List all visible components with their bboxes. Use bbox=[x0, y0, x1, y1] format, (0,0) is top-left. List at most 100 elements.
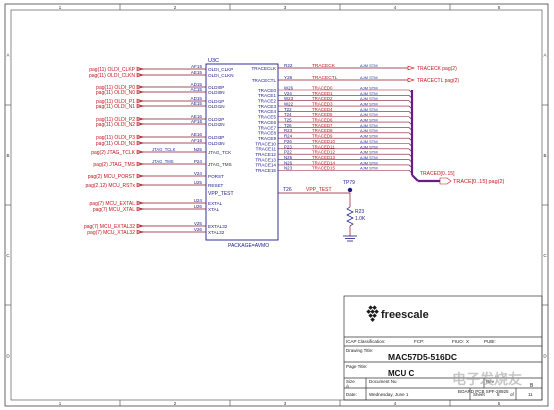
pin-name: XTAL32 bbox=[208, 230, 225, 235]
probe-marker: AJM STM bbox=[360, 107, 378, 112]
pin-number: R24 bbox=[284, 134, 293, 139]
pin-number: N25 bbox=[284, 155, 293, 160]
net-label: pag(7) MCU_XTAL32 bbox=[87, 230, 135, 236]
pin-number: AC15 bbox=[191, 87, 203, 92]
pin-name: PORST bbox=[208, 174, 224, 179]
probe-marker: AJM STM bbox=[360, 155, 378, 160]
pin-name: OLDI3P bbox=[208, 135, 224, 140]
page-title-label: Page Title: bbox=[346, 364, 367, 369]
net-label: pag(11) OLDI_N3 bbox=[96, 141, 135, 147]
net-label: TRACECTL pag(2) bbox=[417, 78, 459, 84]
column-marker-top: 2 bbox=[174, 5, 177, 10]
pin-number: AF16 bbox=[191, 138, 202, 143]
probe-marker: AJM STM bbox=[360, 85, 378, 90]
pin-name: TRACE4 bbox=[258, 109, 277, 114]
pin-number: P22 bbox=[284, 150, 292, 155]
probe-marker: AJM STM bbox=[360, 96, 378, 101]
pin-name: TRACE9 bbox=[258, 136, 277, 141]
logo-wordmark: freescale bbox=[381, 309, 429, 321]
pin-number: P23 bbox=[284, 144, 292, 149]
pin-number: P26 bbox=[284, 139, 292, 144]
schematic-canvas: 1122334455A AB BC CD D U3C PACKAGE=AVMO pag(… bbox=[4, 3, 549, 407]
net-label: pag(2) MCU_PORST bbox=[88, 174, 135, 180]
of-label: of bbox=[510, 392, 515, 397]
net-label: pag(11) OLDI_N2 bbox=[96, 122, 135, 128]
row-marker-left: A bbox=[6, 53, 9, 58]
schematic-sheet: 1122334455AABBCCDD U3C PACKAGE=AVMO pag(… bbox=[0, 0, 554, 410]
probe-marker: AJM STM bbox=[360, 91, 378, 96]
pin-name: TRACE14 bbox=[255, 163, 276, 168]
drawing-title: MAC57D5-516DC bbox=[388, 352, 457, 362]
column-marker-bottom: 2 bbox=[174, 401, 177, 406]
probe-marker: AJM STM bbox=[360, 166, 378, 171]
classification-label: ICAP Classification: bbox=[346, 339, 385, 344]
column-marker-top: 1 bbox=[59, 5, 62, 10]
pin-number: R22 bbox=[284, 63, 293, 68]
probe-marker: AJM STM bbox=[360, 160, 378, 165]
probe-marker: AJM STM bbox=[360, 101, 378, 106]
pin-name: JTAG_TCK bbox=[208, 150, 232, 155]
row-marker-right: B bbox=[543, 153, 546, 158]
column-marker-top: 3 bbox=[284, 5, 287, 10]
vpp-pin-number: T26 bbox=[283, 187, 292, 193]
pin-name: TRACE10 bbox=[255, 141, 276, 146]
probe-marker: AJM STM bbox=[360, 63, 378, 68]
pin-number: AF16 bbox=[191, 119, 202, 124]
row-marker-right: A bbox=[543, 53, 546, 58]
resistor-ref: R23 bbox=[355, 209, 364, 215]
wire-label: TRACED10 bbox=[312, 139, 335, 144]
wire-label: JTAG_TMS bbox=[152, 159, 174, 164]
pin-name: OLDI1N bbox=[208, 104, 225, 109]
pin-name: JTAG_TMS bbox=[208, 162, 232, 167]
watermark-text: 电子发烧友 bbox=[452, 371, 522, 387]
net-label: pag(11) OLDI_N0 bbox=[96, 90, 135, 96]
part-footprint: PACKAGE=AVMO bbox=[228, 243, 269, 249]
pin-name: TRACE13 bbox=[255, 157, 276, 162]
column-marker-bottom: 1 bbox=[59, 401, 62, 406]
pin-number: N25 bbox=[194, 147, 203, 152]
wire-label: TRACED11 bbox=[312, 144, 335, 149]
pin-number: AF15 bbox=[191, 64, 202, 69]
wire-label: TRACED1 bbox=[312, 91, 333, 96]
pin-name: TRACE3 bbox=[258, 104, 277, 109]
row-marker-left: C bbox=[6, 253, 10, 258]
pin-name: TRACECTL bbox=[252, 78, 277, 83]
wire-label: TRACECTL bbox=[312, 75, 338, 81]
wire-label: TRACED5 bbox=[312, 112, 333, 117]
wire-label: TRACED8 bbox=[312, 128, 333, 133]
pin-name: OLDI_CLKN bbox=[208, 73, 234, 78]
page-title: MCU C bbox=[388, 369, 414, 378]
fiuo-label: FIUO: bbox=[452, 339, 464, 344]
freescale-logo-icon bbox=[366, 305, 379, 322]
net-label: pag(2) JTAG_TMS bbox=[93, 162, 135, 168]
wire-label: TRACECK bbox=[312, 63, 336, 69]
column-marker-top: 5 bbox=[498, 5, 501, 10]
right-pin-group: TRACECLK R22 TRACECK AJM STM TRACECK pag(2) T… bbox=[251, 63, 459, 174]
resistor-value: 1.0K bbox=[355, 216, 366, 222]
wire-label: TRACED4 bbox=[312, 107, 333, 112]
sheet-label: Sheet bbox=[473, 392, 486, 397]
wire-label: TRACED6 bbox=[312, 118, 333, 123]
pin-number: AE15 bbox=[191, 101, 203, 106]
pin-name: EXTAL bbox=[208, 201, 223, 206]
wire-label: TRACED15 bbox=[312, 166, 335, 171]
row-marker-right: D bbox=[543, 354, 547, 359]
pin-name: TRACECLK bbox=[251, 66, 276, 71]
column-marker-bottom: 3 bbox=[284, 401, 287, 406]
pin-name: OLDI_CLKP bbox=[208, 67, 233, 72]
pin-number: R23 bbox=[284, 128, 293, 133]
wire-label: TRACED7 bbox=[312, 123, 333, 128]
pin-name: TRACE0 bbox=[258, 88, 277, 93]
wire-label: TRACED12 bbox=[312, 150, 335, 155]
left-pin-group: pag(11) OLDI_CLKPAF15OLDI_CLKPpag(11) OL… bbox=[84, 64, 234, 236]
wire-label: TRACED14 bbox=[312, 160, 335, 165]
test-point-icon bbox=[347, 187, 353, 193]
net-label: pag(11) OLDI_CLKN bbox=[89, 73, 135, 79]
wire-label: JTAG_TCLK bbox=[152, 147, 176, 152]
of-value: 11 bbox=[528, 392, 533, 397]
pin-name: TRACE12 bbox=[255, 152, 276, 157]
part-reference: U3C bbox=[208, 58, 219, 64]
bus-offpage-connector bbox=[439, 177, 452, 185]
vpp-pin-name: VPP_TEST bbox=[208, 191, 234, 197]
pin-name: TRACE15 bbox=[255, 168, 276, 173]
